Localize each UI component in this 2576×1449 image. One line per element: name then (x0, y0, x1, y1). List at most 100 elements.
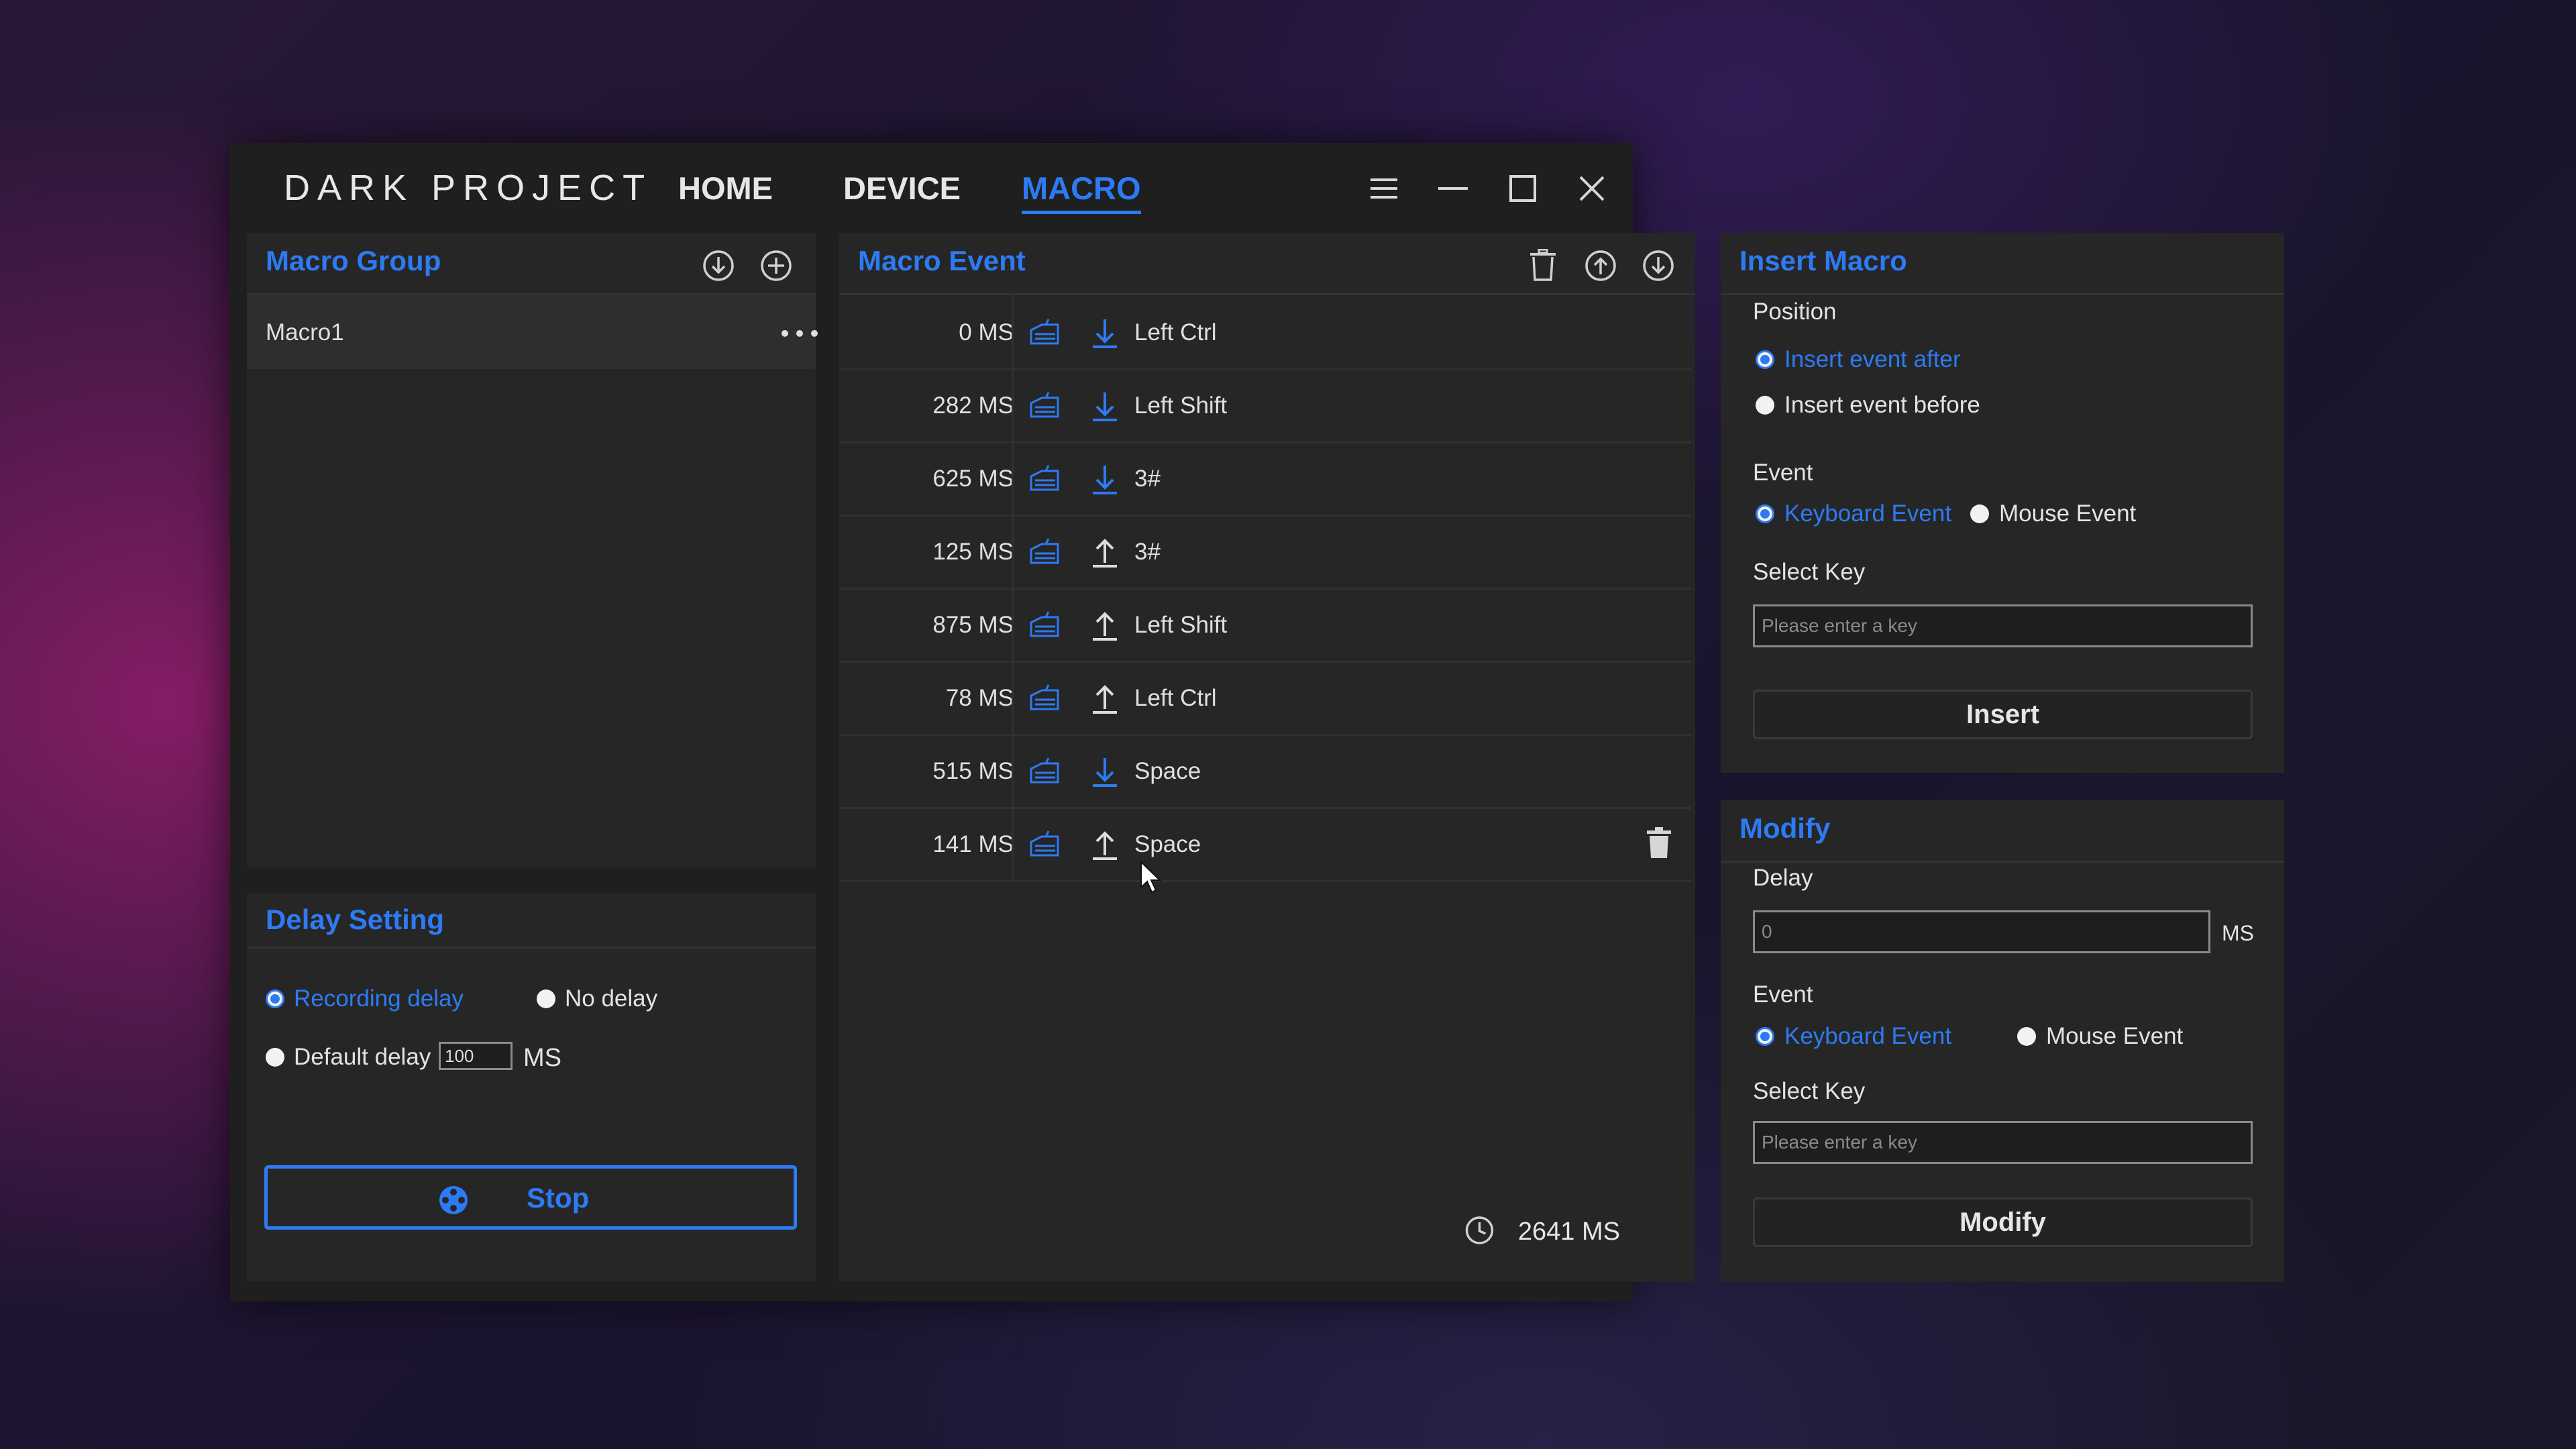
keyboard-icon (1028, 318, 1061, 351)
macro-group-panel: Macro Group Macro1 (247, 233, 818, 867)
row-divider (1012, 588, 1014, 661)
keyboard-icon (1028, 610, 1061, 643)
more-options-icon[interactable] (781, 329, 818, 341)
delay-setting-header: Delay Setting (247, 893, 816, 949)
event-key: Left Shift (1134, 392, 1228, 419)
keyboard-icon (1028, 684, 1061, 716)
stop-button[interactable]: Stop (264, 1165, 797, 1230)
default-delay-radio[interactable] (266, 1048, 284, 1067)
event-row[interactable]: 875 MS Left Shift (839, 588, 1691, 663)
event-delay: 282 MS (932, 392, 1014, 419)
import-down-icon[interactable] (1640, 248, 1676, 284)
insert-after-radio[interactable] (1756, 350, 1774, 369)
minimize-icon[interactable] (1436, 171, 1470, 206)
tab-device[interactable]: DEVICE (843, 170, 961, 207)
modify-header: Modify (1721, 800, 2284, 863)
delete-event-icon[interactable] (1646, 827, 1672, 863)
modify-delay-input[interactable] (1753, 910, 2210, 953)
event-key: Left Ctrl (1134, 319, 1217, 345)
modify-keyboard-event-radio[interactable] (1756, 1027, 1774, 1046)
modify-select-key-label: Select Key (1753, 1078, 1866, 1104)
total-time-value: 2641 MS (1517, 1218, 1620, 1246)
event-row[interactable]: 141 MS Space (839, 807, 1691, 882)
event-delay: 875 MS (932, 612, 1014, 638)
no-delay-radio[interactable] (537, 989, 555, 1008)
keyboard-icon (1028, 464, 1061, 497)
row-divider (1012, 368, 1014, 441)
event-key: 3# (1134, 466, 1161, 492)
event-row[interactable]: 282 MS Left Shift (839, 368, 1691, 443)
clock-icon (1464, 1215, 1495, 1249)
delay-setting-panel: Delay Setting Recording delay No delay D… (247, 893, 816, 1282)
keyboard-icon (1028, 757, 1061, 790)
event-key: 3# (1134, 539, 1161, 565)
keyboard-icon (1028, 830, 1061, 863)
brand-logo: DARK PROJECT (284, 168, 653, 208)
menu-icon[interactable] (1366, 171, 1401, 206)
insert-button[interactable]: Insert (1753, 690, 2253, 739)
modify-panel: Modify Delay MS Event Keyboard Event Mou… (1721, 800, 2284, 1282)
insert-key-input[interactable] (1753, 604, 2253, 647)
event-key: Left Ctrl (1134, 685, 1217, 711)
export-up-icon[interactable] (1582, 248, 1619, 284)
event-delay: 78 MS (945, 685, 1014, 711)
macro-list-item[interactable]: Macro1 (247, 295, 818, 369)
event-key: Space (1134, 831, 1201, 857)
event-row[interactable]: 515 MS Space (839, 734, 1691, 809)
tab-macro[interactable]: MACRO (1022, 170, 1141, 214)
insert-keyboard-event-radio[interactable] (1756, 504, 1774, 523)
maximize-icon[interactable] (1505, 171, 1540, 206)
row-divider (1012, 295, 1014, 368)
default-delay-label: Default delay (294, 1044, 431, 1070)
delay-setting-title: Delay Setting (266, 904, 445, 935)
event-delay: 625 MS (932, 466, 1014, 492)
event-row[interactable]: 78 MS Left Ctrl (839, 661, 1691, 736)
modify-button[interactable]: Modify (1753, 1197, 2253, 1247)
row-divider (1012, 807, 1014, 880)
modify-key-input[interactable] (1753, 1121, 2253, 1164)
insert-macro-panel: Insert Macro Position Insert event after… (1721, 233, 2284, 773)
insert-after-label: Insert event after (1784, 346, 1961, 372)
event-row[interactable]: 125 MS 3# (839, 515, 1691, 590)
tab-home[interactable]: HOME (678, 170, 773, 207)
event-row[interactable]: 625 MS 3# (839, 441, 1691, 517)
event-row[interactable]: 0 MS Left Ctrl (839, 295, 1691, 370)
import-icon[interactable] (700, 248, 737, 284)
default-delay-input[interactable] (439, 1042, 513, 1070)
row-divider (1012, 734, 1014, 807)
default-delay-unit: MS (523, 1044, 561, 1072)
insert-macro-header: Insert Macro (1721, 233, 2284, 295)
insert-before-radio[interactable] (1756, 396, 1774, 415)
stop-label: Stop (527, 1182, 590, 1214)
macro-event-title: Macro Event (858, 245, 1026, 276)
insert-keyboard-event-label: Keyboard Event (1784, 500, 1952, 527)
modify-keyboard-event-label: Keyboard Event (1784, 1023, 1952, 1049)
insert-event-label: Event (1753, 460, 1813, 486)
modify-event-label: Event (1753, 981, 1813, 1008)
macro-group-title: Macro Group (266, 245, 441, 276)
modify-delay-label: Delay (1753, 865, 1813, 891)
delete-all-icon[interactable] (1525, 248, 1561, 284)
recording-delay-label: Recording delay (294, 985, 464, 1012)
add-macro-icon[interactable] (758, 248, 794, 284)
event-delay: 141 MS (932, 831, 1014, 857)
key-down-icon (1090, 317, 1120, 354)
event-delay: 0 MS (959, 319, 1014, 345)
insert-macro-title: Insert Macro (1739, 245, 1907, 276)
key-up-icon (1090, 536, 1120, 573)
insert-mouse-event-label: Mouse Event (1999, 500, 2137, 527)
event-delay: 125 MS (932, 539, 1014, 565)
macro-event-header: Macro Event (839, 233, 1695, 295)
row-divider (1012, 441, 1014, 515)
mouse-cursor (1140, 860, 1163, 898)
modify-delay-unit: MS (2222, 921, 2254, 945)
key-up-icon (1090, 609, 1120, 646)
key-up-icon (1090, 828, 1120, 865)
recording-delay-radio[interactable] (266, 989, 284, 1008)
close-icon[interactable] (1574, 171, 1609, 206)
key-up-icon (1090, 682, 1120, 719)
insert-select-key-label: Select Key (1753, 559, 1866, 585)
modify-mouse-event-radio[interactable] (2017, 1027, 2036, 1046)
insert-mouse-event-radio[interactable] (1970, 504, 1989, 523)
total-time: 2641 MS (1464, 1215, 1620, 1249)
